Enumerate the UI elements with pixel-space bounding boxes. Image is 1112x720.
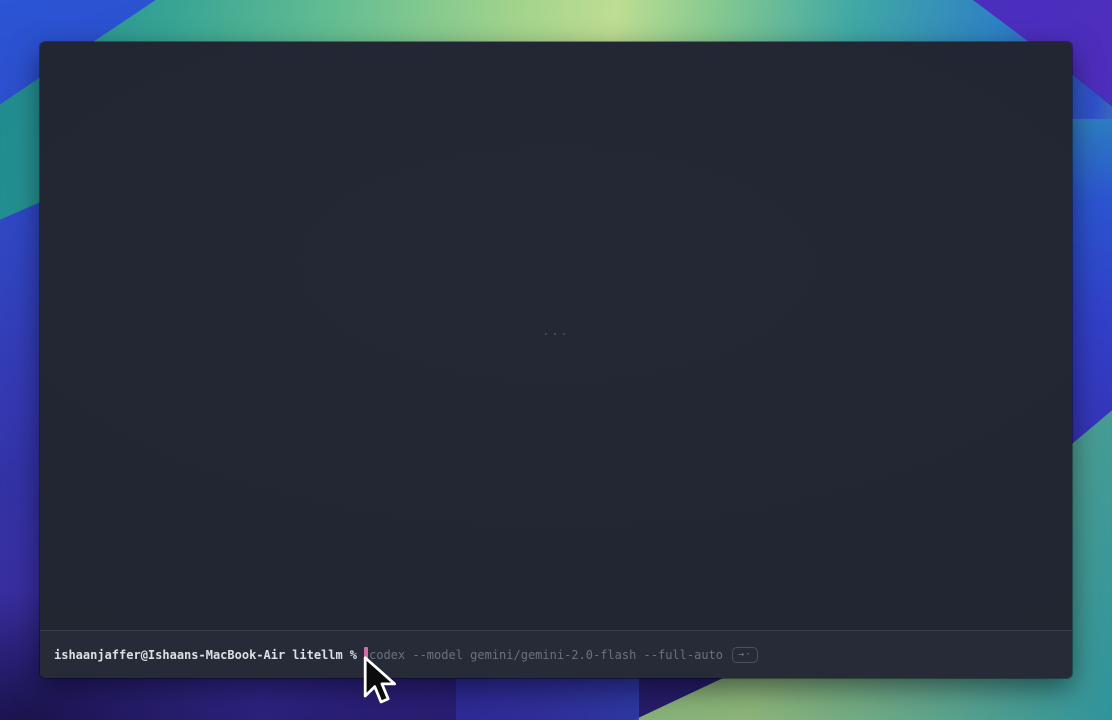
autosuggestion-text: codex --model gemini/gemini-2.0-flash --… (369, 648, 723, 662)
text-cursor (364, 647, 368, 662)
prompt-directory: litellm (292, 648, 343, 662)
prompt-user-host: ishaanjaffer@Ishaans-MacBook-Air (54, 648, 285, 662)
wallpaper-right-blue-strip (1066, 119, 1112, 449)
loading-ellipsis: ... (542, 324, 570, 338)
wallpaper-bottom-blue-patch (456, 674, 639, 720)
desktop: ... ishaanjaffer@Ishaans-MacBook-Air lit… (0, 0, 1112, 720)
terminal-prompt-bar[interactable]: ishaanjaffer@Ishaans-MacBook-Air litellm… (40, 630, 1072, 678)
prompt-symbol: % (350, 648, 357, 662)
terminal-output-area: ... (40, 42, 1072, 630)
terminal-window[interactable]: ... ishaanjaffer@Ishaans-MacBook-Air lit… (40, 42, 1072, 678)
tab-key-hint-badge: →· (732, 647, 758, 663)
